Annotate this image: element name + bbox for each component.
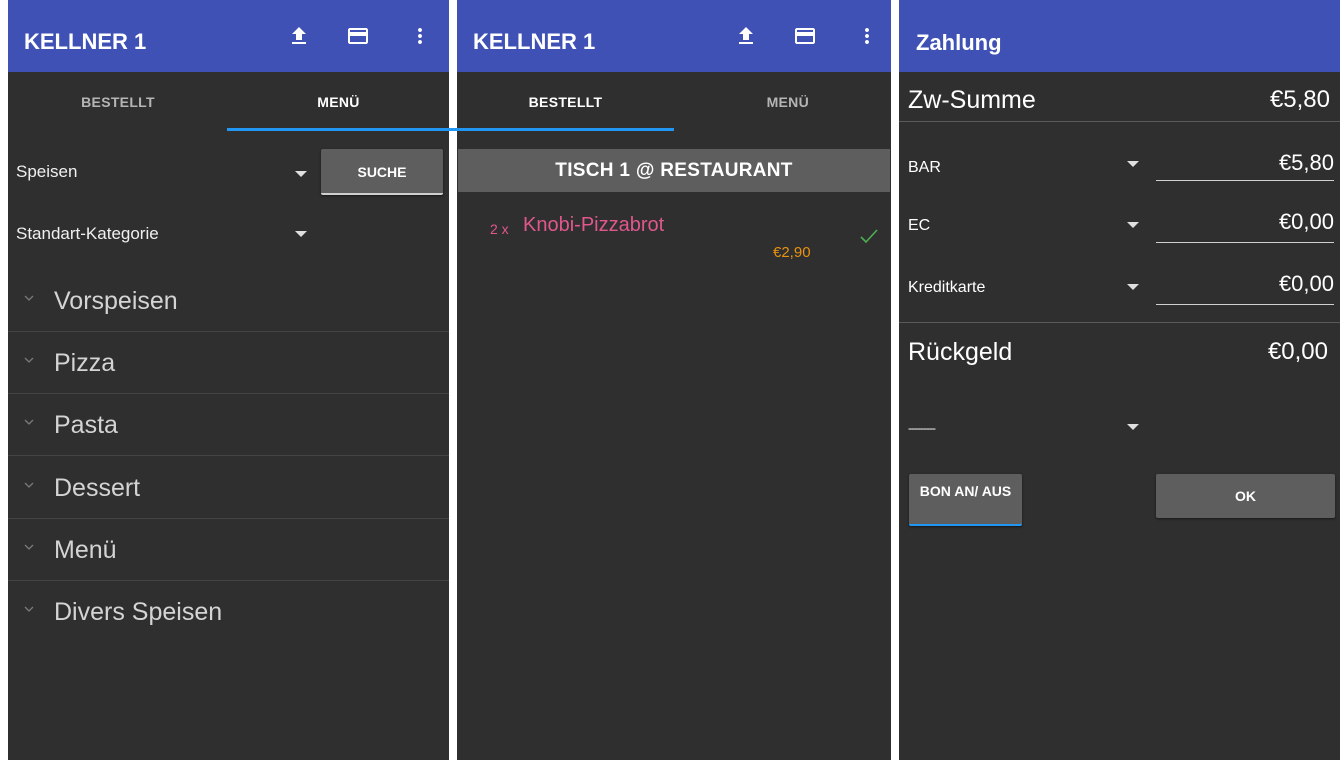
category-row[interactable]: Dessert: [8, 457, 449, 519]
dropdown-caret-icon[interactable]: [1127, 161, 1139, 167]
search-button[interactable]: SUCHE: [321, 149, 443, 195]
category-row[interactable]: Vorspeisen: [8, 270, 449, 332]
more-vert-icon[interactable]: [408, 24, 432, 48]
dropdown-caret-icon[interactable]: [1127, 222, 1139, 228]
credit-card-icon[interactable]: [346, 24, 370, 48]
payment-screen: Zahlung Zw-Summe €5,80 BAR €5,80 EC €0,0…: [899, 0, 1340, 760]
chevron-down-icon: [24, 419, 34, 425]
chevron-down-icon: [24, 295, 34, 301]
change-label: Rückgeld: [908, 338, 1013, 366]
extra-spinner[interactable]: ---------: [908, 421, 936, 435]
payment-method-label[interactable]: EC: [908, 217, 930, 235]
tab-menu[interactable]: MENÜ: [228, 72, 449, 132]
category-label: Menü: [54, 536, 117, 564]
tab-indicator: [227, 128, 674, 131]
chevron-down-icon: [24, 357, 34, 363]
upload-icon[interactable]: [287, 24, 311, 48]
tab-bar: BESTELLT MENÜ: [8, 72, 449, 134]
category-row[interactable]: Pasta: [8, 394, 449, 456]
payment-method-label[interactable]: BAR: [908, 159, 941, 177]
category-row[interactable]: Pizza: [8, 332, 449, 394]
app-title: KELLNER 1: [24, 29, 147, 54]
category-label: Pasta: [54, 411, 118, 439]
check-icon: [860, 229, 878, 244]
subtotal-value: €5,80: [1269, 86, 1330, 113]
category-label: Divers Speisen: [54, 598, 223, 626]
input-underline: [1156, 304, 1334, 305]
payment-amount-input[interactable]: €0,00: [1279, 271, 1334, 297]
divider: [899, 121, 1340, 122]
credit-card-icon[interactable]: [793, 24, 817, 48]
tab-bar: BESTELLT MENÜ: [457, 72, 891, 134]
table-header[interactable]: TISCH 1 @ RESTAURANT: [458, 149, 890, 192]
dropdown-caret-icon[interactable]: [1127, 284, 1139, 290]
app-title: KELLNER 1: [473, 29, 596, 54]
divider: [899, 322, 1340, 323]
category-label: Vorspeisen: [54, 287, 178, 315]
input-underline: [1156, 242, 1334, 243]
ok-button[interactable]: OK: [1156, 474, 1335, 518]
tab-menu[interactable]: MENÜ: [674, 72, 891, 132]
payment-method-label[interactable]: Kreditkarte: [908, 279, 985, 297]
dropdown-caret-icon[interactable]: [1127, 424, 1139, 430]
upload-icon[interactable]: [734, 24, 758, 48]
category-label: Dessert: [54, 474, 141, 502]
dropdown-caret-icon[interactable]: [295, 171, 307, 177]
chevron-down-icon: [24, 606, 34, 612]
subtotal-label: Zw-Summe: [908, 86, 1036, 114]
order-item-name[interactable]: Knobi-Pizzabrot: [523, 214, 664, 237]
tab-bestellt[interactable]: BESTELLT: [8, 72, 228, 132]
app-bar: Zahlung: [899, 0, 1340, 72]
category-row[interactable]: Menü: [8, 519, 449, 581]
change-value: €0,00: [1267, 338, 1328, 365]
payment-amount-input[interactable]: €0,00: [1279, 209, 1334, 235]
category-label: Pizza: [54, 349, 116, 377]
category-row[interactable]: Divers Speisen: [8, 581, 449, 643]
chevron-down-icon: [24, 482, 34, 488]
category-spinner[interactable]: Standart-Kategorie: [16, 224, 159, 244]
input-underline: [1156, 180, 1334, 181]
app-title: Zahlung: [916, 30, 1002, 55]
bon-toggle-button[interactable]: BON AN/ AUS: [909, 474, 1022, 526]
order-quantity: 2 x: [490, 221, 509, 237]
dropdown-caret-icon[interactable]: [295, 231, 307, 237]
menu-screen: KELLNER 1 BESTELLT MENÜ Speisen SUCHE St…: [8, 0, 449, 760]
more-vert-icon[interactable]: [855, 24, 879, 48]
chevron-down-icon: [24, 544, 34, 550]
payment-amount-input[interactable]: €5,80: [1279, 150, 1334, 176]
app-bar: KELLNER 1: [457, 0, 891, 72]
tab-bestellt[interactable]: BESTELLT: [457, 72, 674, 132]
type-spinner[interactable]: Speisen: [16, 162, 77, 182]
order-item-price: €2,90: [773, 244, 811, 261]
app-bar: KELLNER 1: [8, 0, 449, 72]
ordered-screen: KELLNER 1 BESTELLT MENÜ TISCH 1 @ RESTAU…: [457, 0, 891, 760]
